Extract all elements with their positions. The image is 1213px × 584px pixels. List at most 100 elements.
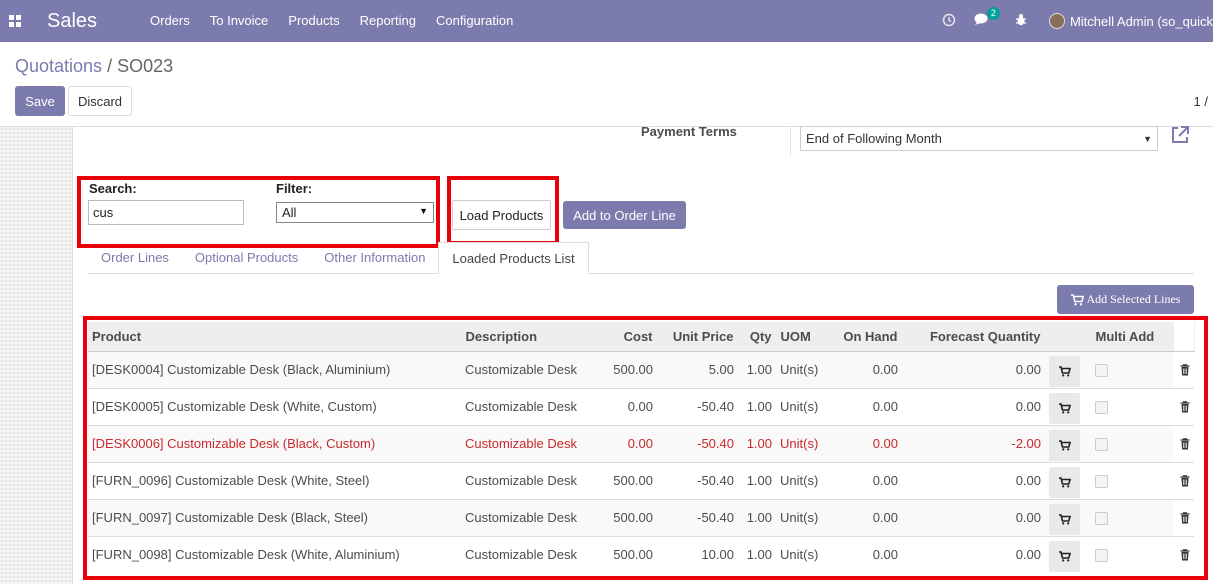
col-unit-price[interactable]: Unit Price xyxy=(657,322,739,352)
col-forecast[interactable]: Forecast Quantity xyxy=(902,322,1046,352)
table-row[interactable]: [FURN_0098] Customizable Desk (White, Al… xyxy=(88,535,1194,573)
chat-icon[interactable]: 2 xyxy=(974,7,1000,29)
cell-uom[interactable]: Unit(s) xyxy=(776,461,827,499)
table-row[interactable]: [FURN_0096] Customizable Desk (White, St… xyxy=(88,461,1194,499)
cart-icon[interactable] xyxy=(1049,504,1080,535)
add-selected-lines-button[interactable]: Add Selected Lines xyxy=(1057,285,1194,314)
cell-unit-price[interactable]: -50.40 xyxy=(657,387,738,425)
cell-uom[interactable]: Unit(s) xyxy=(776,387,827,425)
apps-grid-icon[interactable] xyxy=(0,0,30,42)
pager[interactable]: 1 / xyxy=(1194,94,1208,109)
cell-qty[interactable]: 1.00 xyxy=(738,350,776,388)
load-products-button[interactable]: Load Products xyxy=(452,200,551,230)
table-row[interactable]: [DESK0006] Customizable Desk (Black, Cus… xyxy=(88,424,1194,462)
cell-product[interactable]: [DESK0005] Customizable Desk (White, Cus… xyxy=(88,387,461,425)
cell-qty[interactable]: 1.00 xyxy=(738,387,776,425)
multi-add-checkbox[interactable] xyxy=(1095,475,1108,489)
multi-add-checkbox[interactable] xyxy=(1095,438,1108,452)
clock-icon[interactable] xyxy=(942,13,956,30)
cart-icon[interactable] xyxy=(1049,467,1080,498)
menu-products[interactable]: Products xyxy=(278,0,349,42)
cart-icon[interactable] xyxy=(1049,430,1080,461)
col-cost[interactable]: Cost xyxy=(602,322,658,352)
menu-to-invoice[interactable]: To Invoice xyxy=(200,0,279,42)
discard-button[interactable]: Discard xyxy=(68,86,132,116)
menu-orders[interactable]: Orders xyxy=(140,0,200,42)
menu-reporting[interactable]: Reporting xyxy=(350,0,426,42)
table-row[interactable]: [DESK0004] Customizable Desk (Black, Alu… xyxy=(88,350,1194,388)
trash-icon[interactable] xyxy=(1177,400,1190,413)
cart-icon[interactable] xyxy=(1049,541,1080,573)
col-multi-add[interactable]: Multi Add xyxy=(1091,322,1174,352)
trash-icon[interactable] xyxy=(1177,511,1190,524)
col-uom[interactable]: UOM xyxy=(776,322,828,352)
cell-cost[interactable]: 500.00 xyxy=(602,350,657,388)
cell-cost[interactable]: 500.00 xyxy=(602,498,657,536)
multi-add-checkbox[interactable] xyxy=(1095,364,1108,378)
app-brand[interactable]: Sales xyxy=(47,10,140,33)
cell-description[interactable]: Customizable Desk xyxy=(461,387,602,425)
cell-description[interactable]: Customizable Desk xyxy=(461,535,602,573)
cell-qty[interactable]: 1.00 xyxy=(738,424,776,462)
cell-cost[interactable]: 500.00 xyxy=(602,461,657,499)
cell-product[interactable]: [DESK0004] Customizable Desk (Black, Alu… xyxy=(88,350,461,388)
cell-unit-price[interactable]: -50.40 xyxy=(657,498,738,536)
cell-qty[interactable]: 1.00 xyxy=(738,461,776,499)
multi-add-checkbox[interactable] xyxy=(1095,401,1108,415)
cell-product[interactable]: [FURN_0097] Customizable Desk (Black, St… xyxy=(88,498,461,536)
cell-unit-price[interactable]: -50.40 xyxy=(657,461,738,499)
table-row[interactable]: [DESK0005] Customizable Desk (White, Cus… xyxy=(88,387,1194,425)
cell-description[interactable]: Customizable Desk xyxy=(461,498,602,536)
top-navbar: Sales Orders To Invoice Products Reporti… xyxy=(0,0,1213,42)
cell-uom[interactable]: Unit(s) xyxy=(776,424,827,462)
user-avatar[interactable] xyxy=(1048,13,1065,29)
multi-add-checkbox[interactable] xyxy=(1095,512,1108,526)
main-menu: Orders To Invoice Products Reporting Con… xyxy=(140,0,523,42)
save-button[interactable]: Save xyxy=(15,86,65,116)
trash-icon[interactable] xyxy=(1177,474,1190,487)
cell-cost[interactable]: 0.00 xyxy=(602,424,657,462)
trash-icon[interactable] xyxy=(1177,437,1190,450)
cell-qty[interactable]: 1.00 xyxy=(738,498,776,536)
cell-unit-price[interactable]: -50.40 xyxy=(657,424,738,462)
tab-other-information[interactable]: Other Information xyxy=(311,242,438,274)
col-product[interactable]: Product xyxy=(88,322,462,352)
table-row[interactable]: [FURN_0097] Customizable Desk (Black, St… xyxy=(88,498,1194,536)
col-description[interactable]: Description xyxy=(461,322,603,352)
filter-select[interactable]: All ▼ xyxy=(276,202,434,223)
tab-order-lines[interactable]: Order Lines xyxy=(88,242,182,274)
cell-qty[interactable]: 1.00 xyxy=(738,535,776,573)
bug-icon[interactable] xyxy=(1015,13,1027,29)
cell-description[interactable]: Customizable Desk xyxy=(461,461,602,499)
add-to-order-line-button[interactable]: Add to Order Line xyxy=(563,201,686,229)
cell-cost[interactable]: 0.00 xyxy=(602,387,657,425)
cell-uom[interactable]: Unit(s) xyxy=(776,498,827,536)
cell-product[interactable]: [DESK0006] Customizable Desk (Black, Cus… xyxy=(88,424,461,462)
col-qty[interactable]: Qty xyxy=(738,322,777,352)
search-input[interactable] xyxy=(88,200,244,225)
col-on-hand[interactable]: On Hand xyxy=(827,322,903,352)
col-delete xyxy=(1173,322,1195,352)
breadcrumb-quotations[interactable]: Quotations xyxy=(15,56,102,76)
external-link-icon[interactable] xyxy=(1169,124,1191,146)
cell-forecast: 0.00 xyxy=(902,535,1045,573)
cell-product[interactable]: [FURN_0098] Customizable Desk (White, Al… xyxy=(88,535,461,573)
trash-icon[interactable] xyxy=(1177,363,1190,376)
cart-icon[interactable] xyxy=(1049,393,1080,424)
cell-description[interactable]: Customizable Desk xyxy=(461,424,602,462)
payment-terms-select[interactable]: End of Following Month ▼ xyxy=(800,126,1158,151)
cell-uom[interactable]: Unit(s) xyxy=(776,350,827,388)
tab-optional-products[interactable]: Optional Products xyxy=(182,242,311,274)
cell-description[interactable]: Customizable Desk xyxy=(461,350,602,388)
cart-icon[interactable] xyxy=(1049,356,1080,387)
multi-add-checkbox[interactable] xyxy=(1095,549,1108,563)
cell-cost[interactable]: 500.00 xyxy=(602,535,657,573)
menu-configuration[interactable]: Configuration xyxy=(426,0,523,42)
trash-icon[interactable] xyxy=(1177,548,1190,561)
cell-product[interactable]: [FURN_0096] Customizable Desk (White, St… xyxy=(88,461,461,499)
user-menu[interactable]: Mitchell Admin (so_quick xyxy=(1070,14,1213,29)
cell-unit-price[interactable]: 10.00 xyxy=(657,535,738,573)
cell-uom[interactable]: Unit(s) xyxy=(776,535,827,573)
cell-unit-price[interactable]: 5.00 xyxy=(657,350,738,388)
tab-loaded-products-list[interactable]: Loaded Products List xyxy=(438,242,589,274)
